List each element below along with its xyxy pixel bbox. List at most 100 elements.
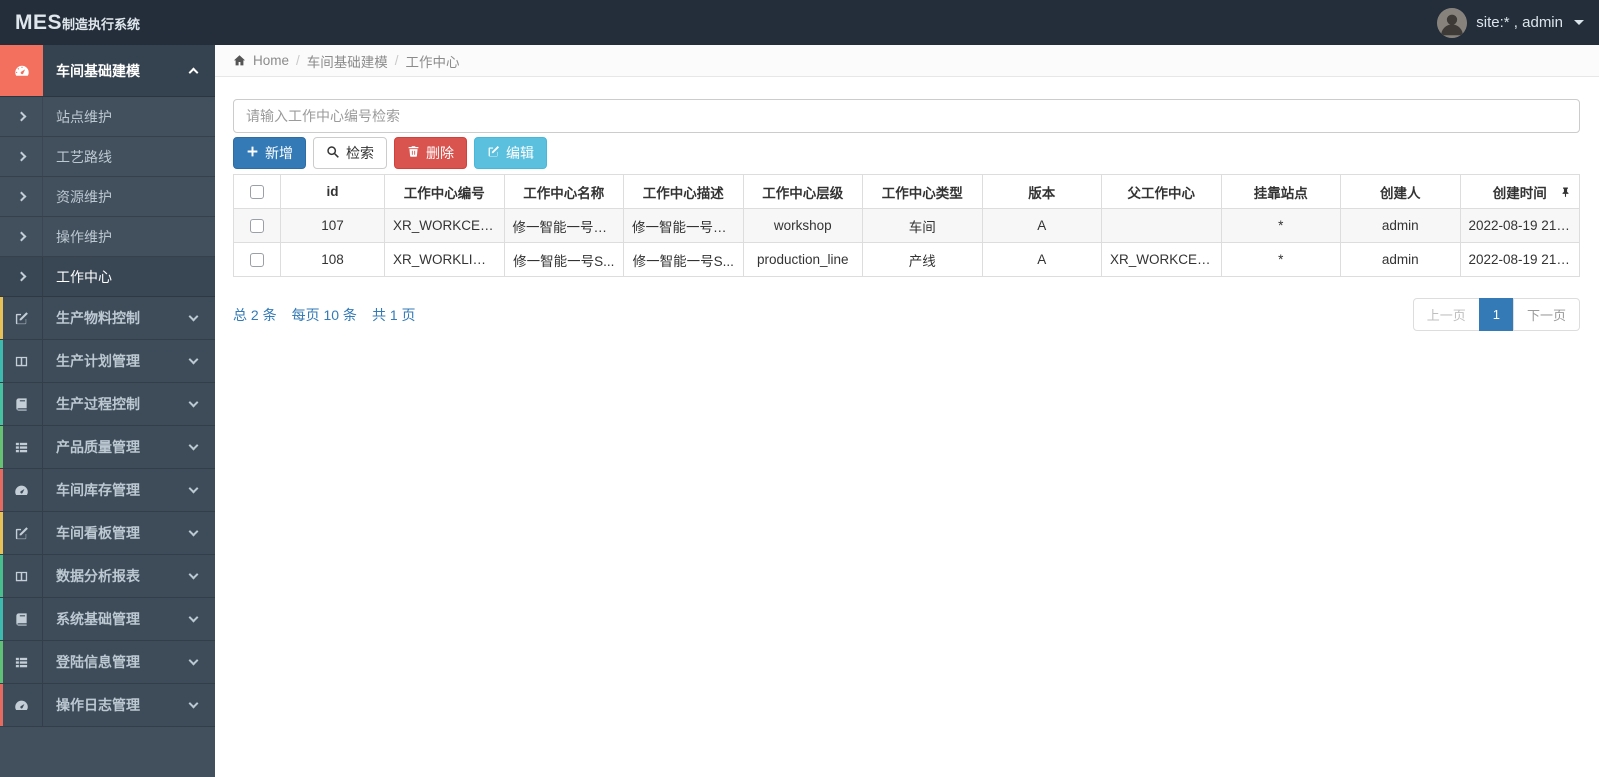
avatar <box>1437 7 1468 38</box>
cell-level: workshop <box>742 208 863 243</box>
toolbar: 新增 检索 删除 编辑 <box>233 137 1580 169</box>
search-input[interactable] <box>233 99 1580 133</box>
breadcrumb-section[interactable]: 车间基础建模 <box>307 51 388 71</box>
cell-creator: admin <box>1340 208 1461 243</box>
select-all-cell <box>233 174 281 209</box>
sidebar-subitem-station[interactable]: 站点维护 <box>0 97 215 137</box>
cell-parent <box>1101 208 1222 243</box>
sidebar-item-label: 车间看板管理 <box>56 525 140 541</box>
chevron-down-icon <box>188 383 199 425</box>
row-checkbox[interactable] <box>250 253 264 268</box>
chevron-down-icon <box>188 512 199 554</box>
list-icon <box>0 426 43 468</box>
next-page-button[interactable]: 下一页 <box>1512 298 1580 331</box>
sidebar-subitem-label: 工作中心 <box>56 268 112 285</box>
sidebar-subitem-resource[interactable]: 资源维护 <box>0 177 215 217</box>
search-icon <box>326 145 340 162</box>
sidebar-item-inventory-management[interactable]: 车间库存管理 <box>0 469 215 512</box>
page-1-button[interactable]: 1 <box>1478 298 1514 331</box>
row-select-cell <box>233 208 281 243</box>
sidebar-subitem-work-center[interactable]: 工作中心 <box>0 257 215 297</box>
cell-parent: XR_WORKCEN... <box>1101 242 1222 277</box>
cell-created: 2022-08-19 21:1... <box>1459 208 1580 243</box>
search-button-label: 检索 <box>346 145 374 161</box>
sidebar-item-plan-management[interactable]: 生产计划管理 <box>0 340 215 383</box>
main-area: Home / 车间基础建模 / 工作中心 新增 检索 删除 <box>215 45 1599 777</box>
trash-icon <box>407 145 420 161</box>
sidebar-item-operation-log[interactable]: 操作日志管理 <box>0 684 215 727</box>
sidebar-item-label: 登陆信息管理 <box>56 654 140 670</box>
sidebar-item-quality-management[interactable]: 产品质量管理 <box>0 426 215 469</box>
book-icon <box>0 383 43 425</box>
sidebar-item-label: 生产计划管理 <box>56 353 140 369</box>
chevron-right-icon <box>0 177 43 216</box>
sidebar-item-kanban-management[interactable]: 车间看板管理 <box>0 512 215 555</box>
columns-icon <box>0 555 43 597</box>
table-row[interactable]: 107 XR_WORKCEN... 修一智能一号车间 修一智能一号车间 work… <box>233 208 1580 243</box>
dashboard-icon <box>0 45 43 96</box>
breadcrumb-separator: / <box>296 53 300 68</box>
select-all-checkbox[interactable] <box>250 185 264 200</box>
pin-icon[interactable] <box>1560 186 1571 197</box>
col-version: 版本 <box>981 174 1102 209</box>
edit-button[interactable]: 编辑 <box>474 137 547 169</box>
chevron-down-icon <box>188 297 199 339</box>
sidebar-subitem-operation[interactable]: 操作维护 <box>0 217 215 257</box>
sidebar-item-material-control[interactable]: 生产物料控制 <box>0 297 215 340</box>
chevron-down-icon <box>188 598 199 640</box>
cell-station: * <box>1220 242 1341 277</box>
sidebar-item-label: 车间基础建模 <box>56 62 140 79</box>
sidebar-item-system-management[interactable]: 系统基础管理 <box>0 598 215 641</box>
sidebar-item-label: 产品质量管理 <box>56 439 140 455</box>
chevron-down-icon <box>188 684 199 726</box>
breadcrumb-current: 工作中心 <box>405 54 460 70</box>
search-button[interactable]: 检索 <box>313 137 387 169</box>
chevron-right-icon <box>0 217 43 256</box>
cell-code: XR_WORKLINE... <box>384 242 505 277</box>
cell-code: XR_WORKCEN... <box>384 208 505 243</box>
table-row[interactable]: 108 XR_WORKLINE... 修一智能一号S... 修一智能一号S...… <box>233 242 1580 277</box>
row-checkbox[interactable] <box>250 219 264 234</box>
col-type: 工作中心类型 <box>862 174 983 209</box>
chevron-right-icon <box>0 97 43 136</box>
book-icon <box>0 598 43 640</box>
cell-created: 2022-08-19 21:1... <box>1459 242 1580 277</box>
summary-pages: 共 1 页 <box>371 306 416 323</box>
sidebar: 车间基础建模 站点维护 工艺路线 资源维护 操作维护 工作中心 生产物料控制 生… <box>0 45 215 777</box>
user-menu[interactable]: site:* , admin <box>1437 7 1584 38</box>
summary-total: 总 2 条 <box>233 306 277 323</box>
col-parent: 父工作中心 <box>1101 174 1222 209</box>
chevron-down-icon <box>188 426 199 468</box>
row-select-cell <box>233 242 281 277</box>
sidebar-item-label: 车间库存管理 <box>56 482 140 498</box>
cell-version: A <box>981 208 1102 243</box>
breadcrumb-home[interactable]: Home <box>253 53 289 68</box>
sidebar-subitem-process-route[interactable]: 工艺路线 <box>0 137 215 177</box>
chevron-down-icon <box>188 555 199 597</box>
sidebar-item-login-info[interactable]: 登陆信息管理 <box>0 641 215 684</box>
cell-desc: 修一智能一号车间 <box>623 208 744 243</box>
cell-station: * <box>1220 208 1341 243</box>
app-logo-rest: 制造执行系统 <box>62 16 141 32</box>
cell-name: 修一智能一号S... <box>503 242 624 277</box>
sidebar-subitem-label: 操作维护 <box>56 228 112 245</box>
prev-page-button[interactable]: 上一页 <box>1412 298 1480 331</box>
chevron-down-icon <box>188 641 199 683</box>
sidebar-item-workshop-modeling[interactable]: 车间基础建模 <box>0 45 215 97</box>
app-logo: MES制造执行系统 <box>15 11 140 35</box>
home-icon <box>233 54 246 67</box>
add-button[interactable]: 新增 <box>233 137 306 169</box>
delete-button[interactable]: 删除 <box>394 137 467 169</box>
columns-icon <box>0 340 43 382</box>
sidebar-item-label: 系统基础管理 <box>56 611 140 627</box>
col-desc: 工作中心描述 <box>623 174 744 209</box>
sidebar-item-process-control[interactable]: 生产过程控制 <box>0 383 215 426</box>
cell-type: 车间 <box>862 208 983 243</box>
chevron-down-icon <box>188 340 199 382</box>
app-logo-bold: MES <box>15 10 63 34</box>
chevron-right-icon <box>0 257 43 296</box>
sidebar-item-data-analysis[interactable]: 数据分析报表 <box>0 555 215 598</box>
caret-down-icon <box>1574 20 1584 25</box>
content: 新增 检索 删除 编辑 <box>215 77 1599 331</box>
plus-icon <box>246 145 259 161</box>
